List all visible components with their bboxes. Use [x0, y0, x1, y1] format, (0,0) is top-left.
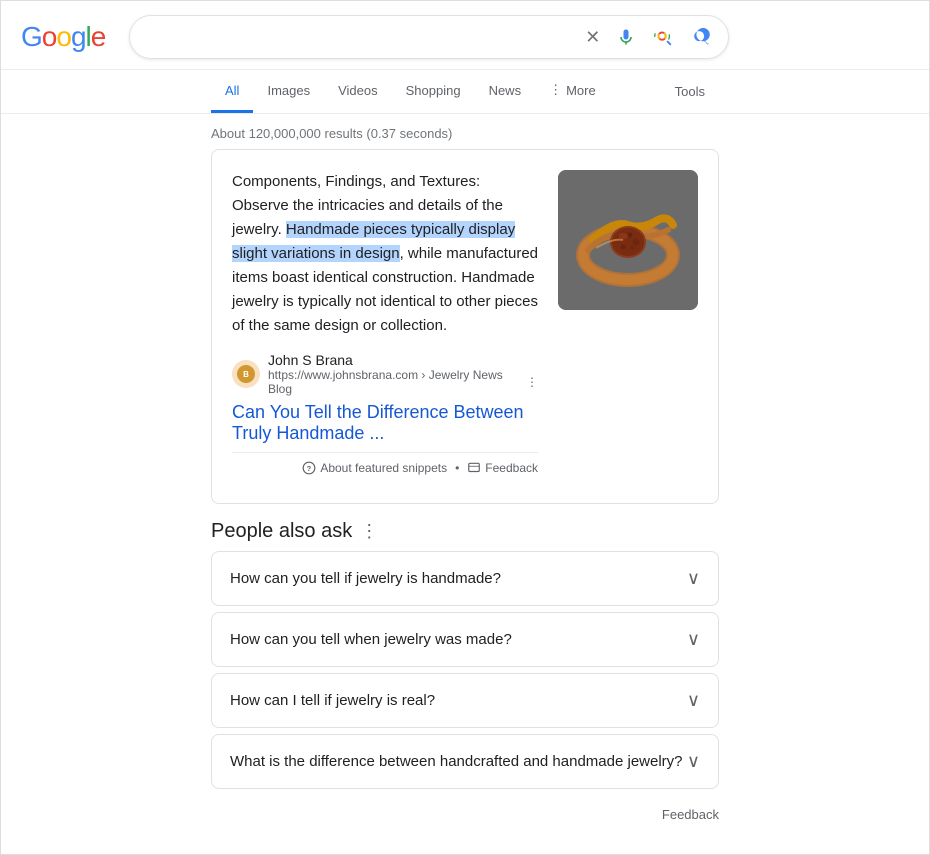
feedback-label: Feedback	[485, 461, 538, 475]
source-logo-icon: B	[236, 364, 256, 384]
featured-footer: ? About featured snippets • Feedback	[232, 452, 538, 483]
source-details: John S Brana https://www.johnsbrana.com …	[268, 352, 538, 396]
source-menu-icon[interactable]: ⋮	[526, 375, 538, 389]
featured-snippet: Components, Findings, and Textures: Obse…	[211, 149, 719, 504]
feedback-icon	[467, 461, 481, 475]
jewelry-image-svg	[558, 170, 698, 310]
source-link[interactable]: Can You Tell the Difference Between Trul…	[232, 402, 538, 444]
mic-icon	[616, 27, 636, 47]
lens-search-button[interactable]	[650, 24, 676, 50]
clear-button[interactable]: ✕	[583, 25, 602, 50]
about-snippets-button[interactable]: ? About featured snippets	[302, 461, 447, 475]
feedback-button[interactable]: Feedback	[467, 461, 538, 475]
paa-item-2[interactable]: How can you tell when jewelry was made? …	[211, 612, 719, 667]
dot-separator: •	[455, 461, 459, 475]
paa-question-4: What is the difference between handcraft…	[230, 753, 683, 770]
tab-videos[interactable]: Videos	[324, 71, 392, 113]
nav-tabs: All Images Videos Shopping News ⋮ More T…	[1, 70, 929, 114]
page-wrapper: G o o g l e how to see if jewelry is han…	[0, 0, 930, 855]
search-submit-button[interactable]	[688, 25, 712, 49]
paa-item-3[interactable]: How can I tell if jewelry is real? ∨	[211, 673, 719, 728]
tab-images[interactable]: Images	[253, 71, 324, 113]
header: G o o g l e how to see if jewelry is han…	[1, 1, 929, 70]
svg-text:B: B	[243, 370, 249, 379]
paa-section: People also ask ⋮ How can you tell if je…	[211, 520, 719, 834]
search-icon-group: ✕	[583, 24, 712, 50]
search-input[interactable]: how to see if jewelry is handmade	[146, 28, 575, 46]
paa-item-4[interactable]: What is the difference between handcraft…	[211, 734, 719, 789]
snippet-text-area: Components, Findings, and Textures: Obse…	[232, 170, 538, 483]
about-snippets-label: About featured snippets	[320, 461, 447, 475]
tab-news[interactable]: News	[475, 71, 536, 113]
search-bar: how to see if jewelry is handmade ✕	[129, 15, 729, 59]
paa-title: People also ask	[211, 520, 352, 543]
paa-menu-icon[interactable]: ⋮	[360, 521, 378, 542]
search-icon	[690, 27, 710, 47]
paa-question-2: How can you tell when jewelry was made?	[230, 631, 512, 648]
paa-item-1[interactable]: How can you tell if jewelry is handmade?…	[211, 551, 719, 606]
lens-icon	[652, 26, 674, 48]
tools-button[interactable]: Tools	[661, 72, 719, 111]
chevron-down-icon-2: ∨	[687, 629, 700, 650]
svg-text:?: ?	[307, 464, 312, 473]
main-content: About 120,000,000 results (0.37 seconds)…	[1, 114, 929, 854]
bottom-feedback-button[interactable]: Feedback	[211, 795, 719, 834]
voice-search-button[interactable]	[614, 25, 638, 49]
close-icon: ✕	[585, 27, 600, 48]
paa-header: People also ask ⋮	[211, 520, 719, 543]
source-url: https://www.johnsbrana.com › Jewelry New…	[268, 368, 538, 396]
google-logo: G o o g l e	[21, 21, 105, 53]
more-dots-icon: ⋮	[549, 82, 562, 98]
source-name: John S Brana	[268, 352, 538, 368]
chevron-down-icon-1: ∨	[687, 568, 700, 589]
snippet-text: Components, Findings, and Textures: Obse…	[232, 170, 538, 338]
tab-more[interactable]: ⋮ More	[535, 70, 610, 113]
chevron-down-icon-3: ∨	[687, 690, 700, 711]
tab-all[interactable]: All	[211, 71, 253, 113]
help-icon: ?	[302, 461, 316, 475]
tab-shopping[interactable]: Shopping	[392, 71, 475, 113]
source-info: B John S Brana https://www.johnsbrana.co…	[232, 352, 538, 396]
results-count: About 120,000,000 results (0.37 seconds)	[211, 114, 719, 149]
source-favicon: B	[232, 360, 260, 388]
chevron-down-icon-4: ∨	[687, 751, 700, 772]
snippet-image	[558, 170, 698, 310]
paa-question-1: How can you tell if jewelry is handmade?	[230, 570, 501, 587]
paa-question-3: How can I tell if jewelry is real?	[230, 692, 435, 709]
